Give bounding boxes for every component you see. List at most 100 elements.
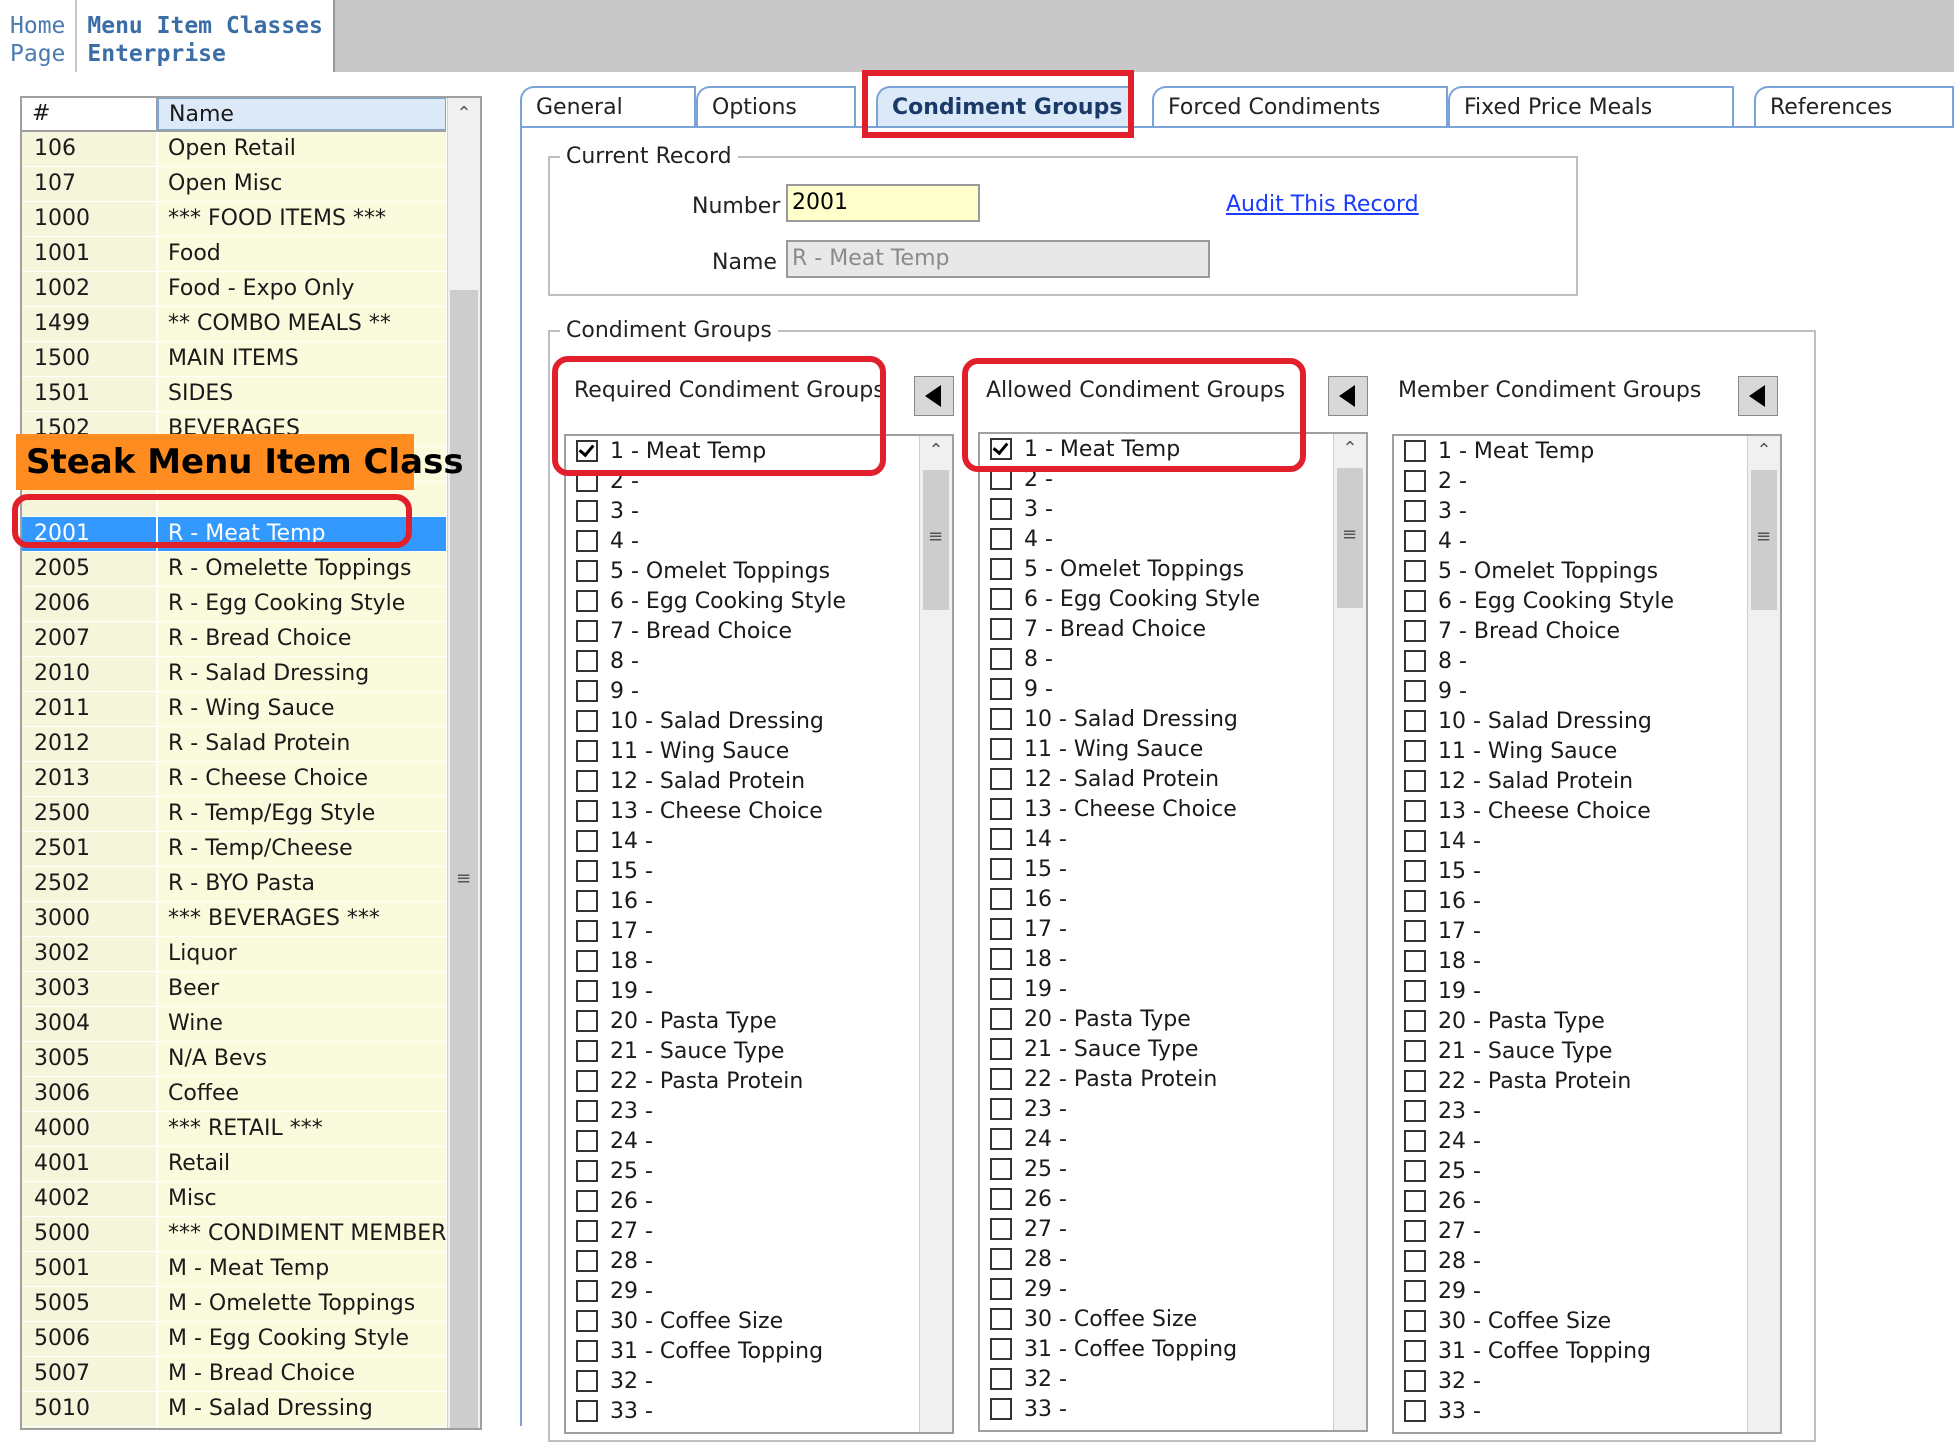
table-row[interactable]: 2007 R - Bread Choice: [22, 622, 446, 657]
checkbox[interactable]: [1404, 1040, 1426, 1062]
member-list-item[interactable]: 23 -: [1394, 1096, 1780, 1126]
checkbox[interactable]: [990, 1368, 1012, 1390]
table-row[interactable]: 4001 Retail: [22, 1147, 446, 1182]
checkbox[interactable]: [1404, 440, 1426, 462]
member-list-item[interactable]: 10 - Salad Dressing: [1394, 706, 1780, 736]
table-row[interactable]: 3005 N/A Bevs: [22, 1042, 446, 1077]
allowed-move-left-icon[interactable]: [1328, 376, 1368, 416]
checkbox[interactable]: [990, 1248, 1012, 1270]
required-list-item[interactable]: 18 -: [566, 946, 952, 976]
required-list-item[interactable]: 10 - Salad Dressing: [566, 706, 952, 736]
checkbox[interactable]: [576, 890, 598, 912]
checkbox[interactable]: [576, 800, 598, 822]
required-list-item[interactable]: 17 -: [566, 916, 952, 946]
required-list-item[interactable]: 29 -: [566, 1276, 952, 1306]
allowed-list-item[interactable]: 20 - Pasta Type: [980, 1004, 1366, 1034]
checkbox[interactable]: [1404, 1250, 1426, 1272]
checkbox[interactable]: [576, 1340, 598, 1362]
allowed-scrollbar[interactable]: ⌃ ≡: [1333, 434, 1366, 1430]
allowed-list-item[interactable]: 27 -: [980, 1214, 1366, 1244]
table-row[interactable]: 4002 Misc: [22, 1182, 446, 1217]
checkbox[interactable]: [576, 530, 598, 552]
checkbox[interactable]: [990, 858, 1012, 880]
allowed-list-item[interactable]: 30 - Coffee Size: [980, 1304, 1366, 1334]
name-field[interactable]: R - Meat Temp: [786, 240, 1210, 278]
checkbox[interactable]: [576, 1250, 598, 1272]
allowed-list-item[interactable]: 9 -: [980, 674, 1366, 704]
allowed-list-item[interactable]: 3 -: [980, 494, 1366, 524]
allowed-list-item[interactable]: 15 -: [980, 854, 1366, 884]
checkbox[interactable]: [576, 1100, 598, 1122]
required-list-item[interactable]: 4 -: [566, 526, 952, 556]
member-list-item[interactable]: 20 - Pasta Type: [1394, 1006, 1780, 1036]
member-list-item[interactable]: 31 - Coffee Topping: [1394, 1336, 1780, 1366]
required-scrollbar[interactable]: ⌃ ≡: [919, 436, 952, 1432]
required-list-item[interactable]: 21 - Sauce Type: [566, 1036, 952, 1066]
table-row[interactable]: 1001 Food: [22, 237, 446, 272]
member-list-item[interactable]: 21 - Sauce Type: [1394, 1036, 1780, 1066]
checkbox[interactable]: [990, 1098, 1012, 1120]
checkbox[interactable]: [576, 980, 598, 1002]
member-list-item[interactable]: 15 -: [1394, 856, 1780, 886]
checkbox[interactable]: [990, 528, 1012, 550]
checkbox[interactable]: [1404, 590, 1426, 612]
checkbox[interactable]: [576, 590, 598, 612]
number-field[interactable]: 2001: [786, 184, 980, 222]
allowed-list-item[interactable]: 28 -: [980, 1244, 1366, 1274]
checkbox[interactable]: [990, 558, 1012, 580]
checkbox[interactable]: [1404, 620, 1426, 642]
checkbox[interactable]: [990, 1158, 1012, 1180]
checkbox[interactable]: [990, 1398, 1012, 1420]
allowed-list-item[interactable]: 13 - Cheese Choice: [980, 794, 1366, 824]
checkbox[interactable]: [1404, 890, 1426, 912]
table-row[interactable]: 5000 *** CONDIMENT MEMBER *: [22, 1217, 446, 1252]
scroll-up-icon[interactable]: ⌃: [920, 436, 952, 466]
required-list-item[interactable]: 1 - Meat Temp: [566, 436, 952, 466]
column-header-number[interactable]: #: [22, 98, 158, 130]
checkbox[interactable]: [576, 1310, 598, 1332]
table-row[interactable]: 2500 R - Temp/Egg Style: [22, 797, 446, 832]
checkbox[interactable]: [576, 740, 598, 762]
allowed-list-item[interactable]: 19 -: [980, 974, 1366, 1004]
checkbox[interactable]: [990, 678, 1012, 700]
member-list-item[interactable]: 4 -: [1394, 526, 1780, 556]
checkbox[interactable]: [1404, 1280, 1426, 1302]
table-row[interactable]: 2010 R - Salad Dressing: [22, 657, 446, 692]
checkbox[interactable]: [576, 470, 598, 492]
checkbox[interactable]: [1404, 1190, 1426, 1212]
required-list-item[interactable]: 3 -: [566, 496, 952, 526]
member-list-item[interactable]: 5 - Omelet Toppings: [1394, 556, 1780, 586]
table-row[interactable]: 3002 Liquor: [22, 937, 446, 972]
allowed-list-item[interactable]: 8 -: [980, 644, 1366, 674]
required-list-item[interactable]: 24 -: [566, 1126, 952, 1156]
checkbox[interactable]: [576, 500, 598, 522]
allowed-list-item[interactable]: 12 - Salad Protein: [980, 764, 1366, 794]
checkbox[interactable]: [576, 1370, 598, 1392]
checkbox[interactable]: [990, 1038, 1012, 1060]
checkbox[interactable]: [1404, 1310, 1426, 1332]
checkbox[interactable]: [1404, 560, 1426, 582]
checkbox[interactable]: [576, 1040, 598, 1062]
table-row[interactable]: 5005 M - Omelette Toppings: [22, 1287, 446, 1322]
checkbox[interactable]: [1404, 770, 1426, 792]
member-list-item[interactable]: 2 -: [1394, 466, 1780, 496]
checkbox[interactable]: [1404, 920, 1426, 942]
checkbox[interactable]: [1404, 1370, 1426, 1392]
checkbox[interactable]: [1404, 1340, 1426, 1362]
member-list-item[interactable]: 17 -: [1394, 916, 1780, 946]
checkbox[interactable]: [1404, 980, 1426, 1002]
allowed-list-item[interactable]: 16 -: [980, 884, 1366, 914]
checkbox[interactable]: [990, 1308, 1012, 1330]
table-row[interactable]: 5007 M - Bread Choice: [22, 1357, 446, 1392]
required-list-item[interactable]: 22 - Pasta Protein: [566, 1066, 952, 1096]
table-row[interactable]: 1501 SIDES: [22, 377, 446, 412]
member-list-item[interactable]: 19 -: [1394, 976, 1780, 1006]
required-move-left-icon[interactable]: [914, 376, 954, 416]
checkbox[interactable]: [576, 1070, 598, 1092]
member-list-item[interactable]: 24 -: [1394, 1126, 1780, 1156]
checkbox[interactable]: [1404, 1160, 1426, 1182]
member-list-item[interactable]: 6 - Egg Cooking Style: [1394, 586, 1780, 616]
allowed-list-item[interactable]: 17 -: [980, 914, 1366, 944]
member-list-item[interactable]: 8 -: [1394, 646, 1780, 676]
checkbox[interactable]: [1404, 860, 1426, 882]
